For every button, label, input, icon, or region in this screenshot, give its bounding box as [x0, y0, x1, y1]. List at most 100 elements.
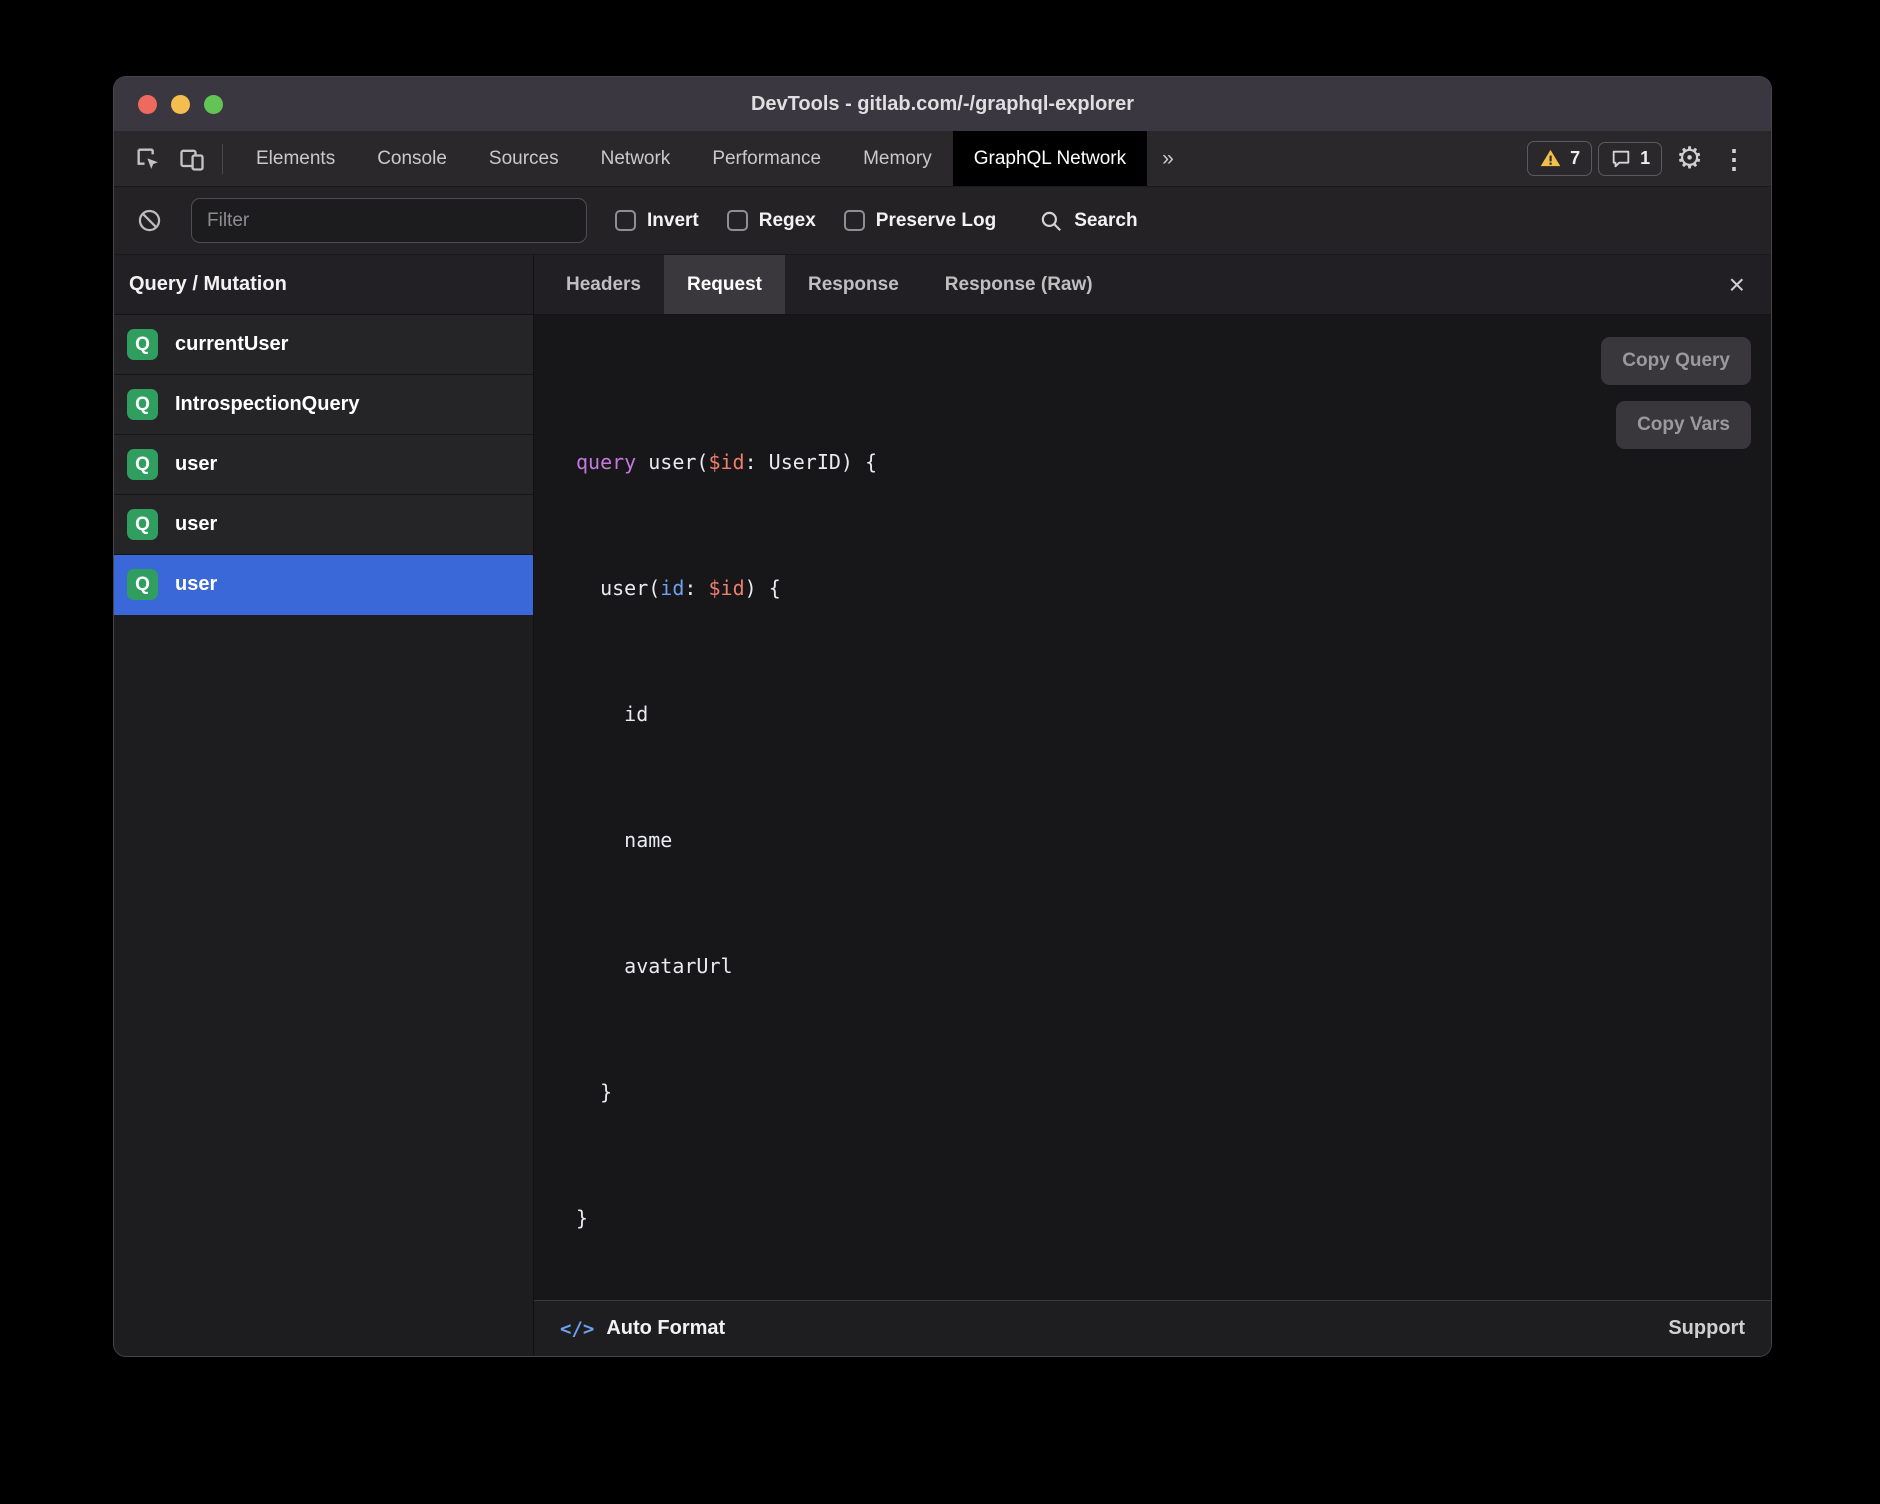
code-token: $id [708, 576, 744, 600]
query-type-badge: Q [127, 329, 158, 360]
toolbar-divider [222, 144, 223, 174]
tab-memory[interactable]: Memory [842, 131, 953, 186]
search-icon [1038, 208, 1064, 234]
code-token: query [576, 450, 636, 474]
checkbox-box [615, 210, 636, 231]
devtools-tabs: Elements Console Sources Network Perform… [235, 131, 1189, 186]
tab-console[interactable]: Console [356, 131, 468, 186]
code-token: ) { [745, 576, 781, 600]
code-token: id [576, 702, 648, 726]
settings-gear-icon[interactable]: ⚙ [1676, 144, 1703, 174]
devtools-toolbar: Elements Console Sources Network Perform… [114, 131, 1771, 187]
message-bubble-icon [1610, 148, 1632, 170]
tab-sources[interactable]: Sources [468, 131, 580, 186]
tab-request[interactable]: Request [664, 255, 785, 314]
code-token: } [576, 1080, 612, 1104]
code-token: user( [576, 576, 660, 600]
query-code-line: user(id: $id) { [576, 567, 1747, 609]
window-title: DevTools - gitlab.com/-/graphql-explorer [114, 93, 1771, 116]
clear-icon[interactable] [136, 207, 163, 234]
traffic-lights [114, 95, 223, 114]
code-token: $id [708, 450, 744, 474]
copy-query-button[interactable]: Copy Query [1601, 337, 1751, 385]
tab-graphql-network[interactable]: GraphQL Network [953, 131, 1147, 186]
auto-format-button[interactable]: </> Auto Format [560, 1317, 725, 1340]
query-name: IntrospectionQuery [175, 393, 359, 416]
query-code-line: } [576, 1197, 1747, 1239]
issues-badge[interactable]: 1 [1598, 142, 1662, 176]
query-code-line: id [576, 693, 1747, 735]
tab-headers[interactable]: Headers [543, 255, 664, 314]
zoom-window-button[interactable] [204, 95, 223, 114]
search-button[interactable]: Search [1038, 208, 1137, 234]
kebab-menu-icon[interactable]: ⋮ [1717, 146, 1751, 172]
regex-checkbox[interactable]: Regex [727, 210, 816, 232]
message-count: 1 [1640, 148, 1650, 169]
query-name: currentUser [175, 333, 288, 356]
code-token: avatarUrl [576, 954, 733, 978]
query-list-sidebar: Query / Mutation Q currentUser Q Introsp… [114, 255, 534, 1356]
inspect-element-icon[interactable] [134, 145, 162, 173]
device-toolbar-icon[interactable] [178, 145, 206, 173]
preserve-log-checkbox[interactable]: Preserve Log [844, 210, 996, 232]
invert-checkbox[interactable]: Invert [615, 210, 699, 232]
query-name: user [175, 513, 217, 536]
checkbox-box [727, 210, 748, 231]
code-token: id [660, 576, 684, 600]
query-type-badge: Q [127, 449, 158, 480]
warning-count: 7 [1570, 148, 1580, 169]
query-code-line: } [576, 1071, 1747, 1113]
query-name: user [175, 573, 217, 596]
tab-response-raw[interactable]: Response (Raw) [922, 255, 1116, 314]
query-list-item[interactable]: Q currentUser [114, 315, 533, 375]
toolbar-right: 7 1 ⚙ ⋮ [1527, 131, 1771, 186]
warning-triangle-icon [1539, 147, 1562, 170]
code-token: user( [636, 450, 708, 474]
request-content: Copy Query Copy Vars query user($id: Use… [534, 315, 1771, 1300]
tab-network[interactable]: Network [580, 131, 692, 186]
code-token: name [576, 828, 672, 852]
code-token: } [576, 1206, 588, 1230]
detail-panel-tabs: Headers Request Response Response (Raw) … [534, 255, 1771, 315]
warnings-badge[interactable]: 7 [1527, 141, 1592, 176]
query-list-item[interactable]: Q user [114, 495, 533, 555]
query-list-item[interactable]: Q IntrospectionQuery [114, 375, 533, 435]
copy-buttons: Copy Query Copy Vars [1601, 337, 1751, 449]
titlebar: DevTools - gitlab.com/-/graphql-explorer [114, 77, 1771, 131]
detail-panel: Headers Request Response Response (Raw) … [534, 255, 1771, 1356]
search-label: Search [1074, 210, 1137, 232]
query-code-line: query user($id: UserID) { [576, 441, 1747, 483]
checkbox-label: Invert [647, 210, 699, 232]
sidebar-header: Query / Mutation [114, 255, 533, 315]
filter-input[interactable] [191, 198, 587, 243]
query-name: user [175, 453, 217, 476]
toolbar-left-icons [114, 131, 235, 186]
graphql-query-code: query user($id: UserID) { user(id: $id) … [576, 357, 1747, 1300]
tab-elements[interactable]: Elements [235, 131, 356, 186]
support-link[interactable]: Support [1668, 1317, 1745, 1340]
query-type-badge: Q [127, 509, 158, 540]
minimize-window-button[interactable] [171, 95, 190, 114]
devtools-window: DevTools - gitlab.com/-/graphql-explorer… [114, 77, 1771, 1356]
tab-performance[interactable]: Performance [691, 131, 842, 186]
filter-bar: Invert Regex Preserve Log Search [114, 187, 1771, 255]
close-window-button[interactable] [138, 95, 157, 114]
checkbox-label: Preserve Log [876, 210, 996, 232]
checkbox-label: Regex [759, 210, 816, 232]
query-type-badge: Q [127, 569, 158, 600]
checkbox-box [844, 210, 865, 231]
query-list-item[interactable]: Q user [114, 435, 533, 495]
query-list-item-selected[interactable]: Q user [114, 555, 533, 615]
code-brackets-icon: </> [560, 1318, 594, 1340]
query-code-line: name [576, 819, 1747, 861]
code-token: : UserID) { [745, 450, 877, 474]
close-panel-icon[interactable]: × [1703, 255, 1771, 314]
panel-footer: </> Auto Format Support [534, 1300, 1771, 1356]
query-code-line: avatarUrl [576, 945, 1747, 987]
auto-format-label: Auto Format [606, 1317, 725, 1340]
tab-response[interactable]: Response [785, 255, 922, 314]
copy-vars-button[interactable]: Copy Vars [1616, 401, 1751, 449]
query-type-badge: Q [127, 389, 158, 420]
more-tabs-button[interactable]: » [1147, 131, 1189, 186]
code-token: : [684, 576, 708, 600]
